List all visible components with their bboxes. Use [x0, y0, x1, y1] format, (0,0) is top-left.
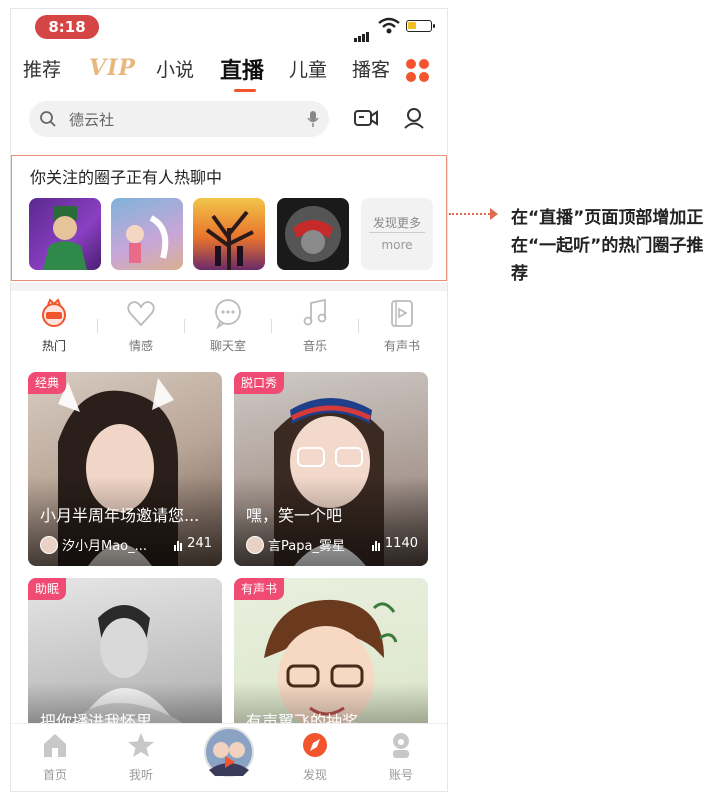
go-live-camera-icon[interactable] [353, 107, 379, 129]
listeners-icon [371, 536, 381, 551]
audiobook-icon [386, 297, 418, 329]
search-icon [40, 111, 56, 127]
category-chatroom[interactable]: 聊天室 [188, 293, 268, 354]
home-icon [44, 734, 66, 757]
heart-icon [125, 297, 157, 329]
account-icon [393, 733, 409, 758]
tab-live[interactable]: 直播 [220, 53, 264, 85]
category-bar: 热门 情感 聊天室 音乐 有声书 [11, 293, 447, 357]
nav-mylisten[interactable]: 我听 [111, 732, 171, 783]
tab-podcast[interactable]: 播客 [352, 55, 390, 82]
listener-count: 241 [174, 536, 212, 551]
circle-thumbnail-1[interactable] [29, 198, 101, 270]
category-music[interactable]: 音乐 [275, 293, 355, 354]
card-tag: 有声书 [234, 578, 285, 600]
discover-more-label: 发现更多 [372, 216, 421, 230]
discover-more-button[interactable]: 发现更多 more [361, 198, 433, 270]
now-playing-avatar [204, 727, 254, 777]
profile-icon[interactable] [403, 107, 425, 129]
hot-circles-title: 你关注的圈子正有人热聊中 [30, 168, 223, 187]
live-room-card[interactable]: 脱口秀 嘿，笑一个吧 言Papa_雾星 1140 [234, 372, 428, 566]
nav-label: 账号 [388, 768, 413, 782]
hot-circles-section: 你关注的圈子正有人热聊中 发现更多 more [11, 155, 447, 281]
nav-discover[interactable]: 发现 [285, 732, 345, 783]
status-bar: 8:18 [11, 9, 447, 43]
category-label: 热门 [41, 339, 66, 353]
nav-label: 我听 [128, 768, 153, 782]
chat-icon [212, 297, 244, 330]
category-label: 情感 [128, 339, 153, 353]
star-icon [128, 733, 154, 757]
circle-thumbnail-3[interactable] [193, 198, 265, 270]
bottom-nav: 首页 我听 发现 账号 [11, 723, 447, 791]
status-time: 8:18 [35, 15, 99, 39]
category-label: 聊天室 [209, 339, 246, 353]
active-tab-indicator [234, 89, 256, 92]
category-divider [97, 319, 98, 333]
category-label: 有声书 [383, 339, 420, 353]
card-title: 嘿，笑一个吧 [246, 506, 343, 525]
annotation-pointer [449, 213, 493, 215]
search-placeholder: 德云社 [69, 111, 115, 129]
card-host: 汐小月Mao_... [40, 535, 147, 554]
more-channels-icon[interactable] [406, 59, 430, 83]
hot-icon [38, 297, 70, 329]
card-tag: 经典 [28, 372, 67, 394]
tab-kids[interactable]: 儿童 [289, 55, 327, 82]
live-room-card[interactable]: 经典 小月半周年场邀请您... 汐小月Mao_... 241 [28, 372, 222, 566]
category-hot[interactable]: 热门 [14, 293, 94, 354]
card-host: 言Papa_雾星 [246, 535, 345, 554]
tab-vip[interactable]: VIP [89, 55, 136, 81]
category-audiobook[interactable]: 有声书 [362, 293, 442, 354]
tab-novel[interactable]: 小说 [156, 55, 194, 82]
now-playing-button[interactable] [199, 726, 259, 782]
listener-count-value: 241 [187, 536, 212, 551]
top-nav: 推荐 VIP 小说 直播 儿童 播客 [11, 45, 447, 99]
listener-count: 1140 [371, 536, 418, 551]
circle-thumbnail-2[interactable] [111, 198, 183, 270]
nav-home[interactable]: 首页 [25, 732, 85, 783]
host-avatar [40, 536, 58, 554]
category-label: 音乐 [302, 339, 327, 353]
host-avatar [246, 536, 264, 554]
host-name: 言Papa_雾星 [268, 539, 345, 554]
battery-icon [406, 20, 435, 32]
compass-icon [303, 733, 327, 757]
category-divider [184, 319, 185, 333]
section-divider [11, 283, 447, 291]
search-input[interactable]: 德云社 [29, 101, 329, 137]
music-note-icon [299, 297, 331, 329]
microphone-icon[interactable] [307, 110, 319, 128]
host-name: 汐小月Mao_... [62, 539, 148, 554]
annotation-arrow [490, 208, 498, 220]
card-title: 小月半周年场邀请您... [40, 506, 200, 525]
discover-more-sublabel: more [381, 238, 413, 252]
phone-screen: 8:18 推荐 VIP 小说 直播 儿童 播客 德云社 你关注的圈子正有人热聊中… [10, 8, 448, 792]
discover-more-divider [369, 232, 425, 233]
tab-recommend[interactable]: 推荐 [23, 55, 61, 82]
nav-label: 首页 [42, 768, 67, 782]
category-emotion[interactable]: 情感 [101, 293, 181, 354]
listener-count-value: 1140 [384, 536, 418, 551]
circle-thumbnail-4[interactable] [277, 198, 349, 270]
wifi-icon [378, 17, 400, 34]
cellular-signal-icon [354, 23, 370, 42]
category-divider [358, 319, 359, 333]
nav-account[interactable]: 账号 [371, 732, 431, 783]
search-row: 德云社 [11, 101, 447, 151]
category-divider [271, 319, 272, 333]
annotation-text: 在“直播”页面顶部增加正在“一起听”的热门圈子推荐 [511, 208, 704, 284]
listeners-icon [174, 536, 183, 551]
card-tag: 脱口秀 [234, 372, 285, 394]
card-tag: 助眠 [28, 578, 67, 600]
nav-label: 发现 [302, 768, 327, 782]
